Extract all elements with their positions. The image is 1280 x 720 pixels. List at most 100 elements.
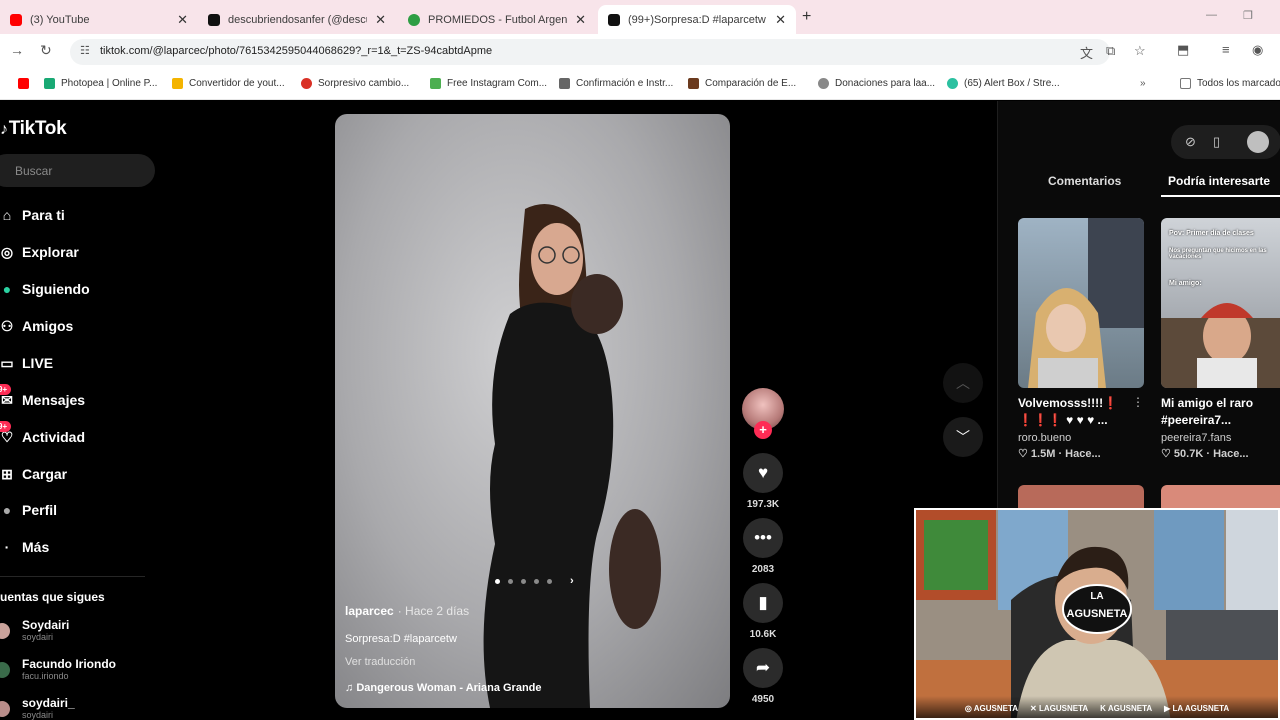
site-info-icon[interactable]: ☷ (80, 44, 90, 57)
card-options-icon[interactable]: ⋮ (1132, 395, 1144, 409)
account-handle: soydairi (22, 632, 54, 642)
like-button[interactable]: ♥ 197.3K (742, 453, 784, 510)
device-icon[interactable]: ▯ (1213, 134, 1220, 150)
browser-tab-youtube[interactable]: (3) YouTube ✕ (0, 5, 198, 34)
browser-tab-descubriendosanfer[interactable]: descubriendosanfer (@descub ✕ (198, 5, 396, 34)
new-tab-icon[interactable]: + (802, 8, 811, 26)
folder-icon (172, 78, 183, 89)
post-photo[interactable]: › laparcec · Hace 2 días Sorpresa:D #lapa… (335, 114, 730, 708)
following-account[interactable]: soydairi_ soydairi (0, 697, 75, 720)
bookmark-all[interactable]: Todos los marcadores (1180, 78, 1280, 89)
carousel-dot[interactable] (547, 578, 552, 584)
close-tab-icon[interactable]: ✕ (375, 12, 386, 28)
search-input[interactable]: Buscar (0, 154, 155, 187)
bookmark-youtube[interactable] (18, 78, 35, 89)
card-image (1028, 218, 1144, 388)
account-name: Soydairi (22, 618, 70, 632)
heart-outline-icon: ♡ (1018, 448, 1031, 460)
user-avatar[interactable] (1247, 131, 1269, 153)
tab-comments[interactable]: Comentarios (1048, 174, 1121, 188)
site-icon (430, 78, 441, 89)
previous-post-button[interactable]: ︿ (943, 363, 983, 403)
carousel-indicator[interactable]: › (495, 574, 595, 588)
nav-actividad[interactable]: 9+ ♡ Actividad (0, 421, 85, 449)
translate-icon[interactable]: 文 (1080, 43, 1093, 62)
reload-icon[interactable]: ↻ (40, 42, 52, 59)
url-text[interactable]: tiktok.com/@laparcec/photo/7615342595044… (100, 45, 492, 57)
carousel-dot[interactable] (521, 578, 526, 584)
bookmarks-overflow-icon[interactable]: » (1140, 78, 1146, 89)
tab-title: PROMIEDOS - Futbol Argentino (428, 13, 568, 26)
address-bar[interactable]: ☷ tiktok.com/@laparcec/photo/76153425950… (70, 39, 1146, 65)
account-handle: soydairi (22, 710, 54, 720)
card-author[interactable]: peereira7.fans (1161, 432, 1280, 444)
card-stats: ♡ 1.5M · Hace... (1018, 448, 1101, 460)
recommended-card[interactable]: Volvemosss!!!!❗ ❗❗❗ ♥ ♥ ♥ ... roro.bueno… (1018, 218, 1144, 460)
save-button[interactable]: ▮ 10.6K (742, 583, 784, 640)
nav-amigos[interactable]: ⚇ Amigos (0, 314, 74, 338)
following-icon: ● (2, 281, 12, 297)
nav-mensajes[interactable]: 9+ ✉ Mensajes (0, 384, 85, 412)
svg-text:LA: LA (1090, 591, 1103, 602)
see-translation-link[interactable]: Ver traducción (345, 656, 415, 668)
tiktok-favicon-icon (208, 13, 220, 26)
extensions-icon[interactable]: ⬒ (1177, 42, 1189, 58)
close-tab-icon[interactable]: ✕ (575, 12, 586, 28)
following-heading: uentas que sigues (0, 590, 105, 604)
carousel-dot[interactable] (534, 578, 539, 584)
avatar (0, 700, 10, 717)
bookmark-alertbox[interactable]: (65) Alert Box / Stre... (947, 78, 1060, 89)
bookmark-sorpresivo[interactable]: Sorpresivo cambio... (301, 78, 409, 89)
bookmark-convertidor[interactable]: Convertidor de yout... (172, 78, 285, 89)
profile-avatar-icon[interactable]: ◉ (1252, 42, 1263, 58)
tiktok-page: ♪TikTok Buscar ⌂ Para ti ◎ Explorar ● Sigui… (0, 101, 1280, 720)
nav-cargar[interactable]: ⊞ Cargar (0, 462, 67, 486)
live-icon: ▭ (0, 354, 14, 371)
carousel-next-icon[interactable]: › (570, 575, 574, 587)
nav-live[interactable]: ▭ LIVE (0, 351, 53, 375)
tiktok-logo[interactable]: ♪TikTok (0, 118, 67, 140)
explore-icon[interactable]: ⊘ (1185, 134, 1196, 150)
bookmark-comparacion[interactable]: Comparación de E... (688, 78, 796, 89)
browser-tab-laparcec-active[interactable]: (99+)Sorpresa:D #laparcetw | la ✕ (598, 5, 796, 34)
instagram-icon: ◎ (964, 704, 974, 713)
card-subtitle: #peereira7... (1161, 413, 1232, 427)
bookmark-instagram[interactable]: Free Instagram Com... (430, 78, 547, 89)
browser-tab-promiedos[interactable]: PROMIEDOS - Futbol Argentino ✕ (398, 5, 596, 34)
nav-mas[interactable]: · Más (0, 535, 50, 559)
forward-icon[interactable]: → (10, 42, 24, 58)
nav-perfil[interactable]: ● Perfil (0, 498, 57, 522)
tab-might-interest[interactable]: Podría interesarte (1168, 174, 1270, 188)
youtube-icon: ▶ (1164, 704, 1173, 713)
bookmark-star-icon[interactable]: ☆ (1134, 43, 1146, 59)
youtube-favicon-icon (10, 13, 22, 26)
share-button[interactable]: ➦ 4950 (742, 648, 784, 705)
top-right-controls: ⊘ ▯ (1171, 125, 1280, 159)
following-account[interactable]: Facundo Iriondo facu.iriondo (0, 658, 116, 681)
carousel-dot[interactable] (495, 578, 500, 584)
nav-explorar[interactable]: ◎ Explorar (0, 240, 79, 264)
account-name: soydairi_ (22, 696, 75, 710)
bookmark-donaciones[interactable]: Donaciones para laa... (818, 78, 935, 89)
follow-plus-icon[interactable]: + (754, 421, 772, 439)
post-music[interactable]: ♫ Dangerous Woman - Ariana Grande (345, 682, 542, 694)
following-account[interactable]: Soydairi soydairi (0, 619, 69, 642)
site-icon (818, 78, 829, 89)
restore-window-icon[interactable]: ❐ (1243, 9, 1253, 22)
comment-button[interactable]: ••• 2083 (742, 518, 784, 575)
bookmark-photopea[interactable]: Photopea | Online P... (44, 78, 157, 89)
next-post-button[interactable]: ﹀ (943, 417, 983, 457)
card-author[interactable]: roro.bueno (1018, 432, 1144, 444)
x-handle: ✕ LAGUSNETA (1030, 704, 1089, 713)
close-tab-icon[interactable]: ✕ (775, 12, 786, 28)
post-author[interactable]: laparcec · Hace 2 días (345, 604, 469, 618)
recommended-card[interactable]: Pov: Primer día de clases Nos preguntan … (1161, 218, 1280, 460)
minimize-window-icon[interactable]: — (1206, 9, 1217, 21)
nav-siguiendo[interactable]: ● Siguiendo (0, 277, 90, 301)
install-app-icon[interactable]: ⧉ (1106, 43, 1115, 59)
carousel-dot[interactable] (508, 578, 513, 584)
close-tab-icon[interactable]: ✕ (177, 12, 188, 28)
reading-list-icon[interactable]: ≡ (1222, 42, 1230, 57)
bookmark-confirmacion[interactable]: Confirmación e Instr... (559, 78, 673, 89)
nav-para-ti[interactable]: ⌂ Para ti (0, 203, 65, 227)
